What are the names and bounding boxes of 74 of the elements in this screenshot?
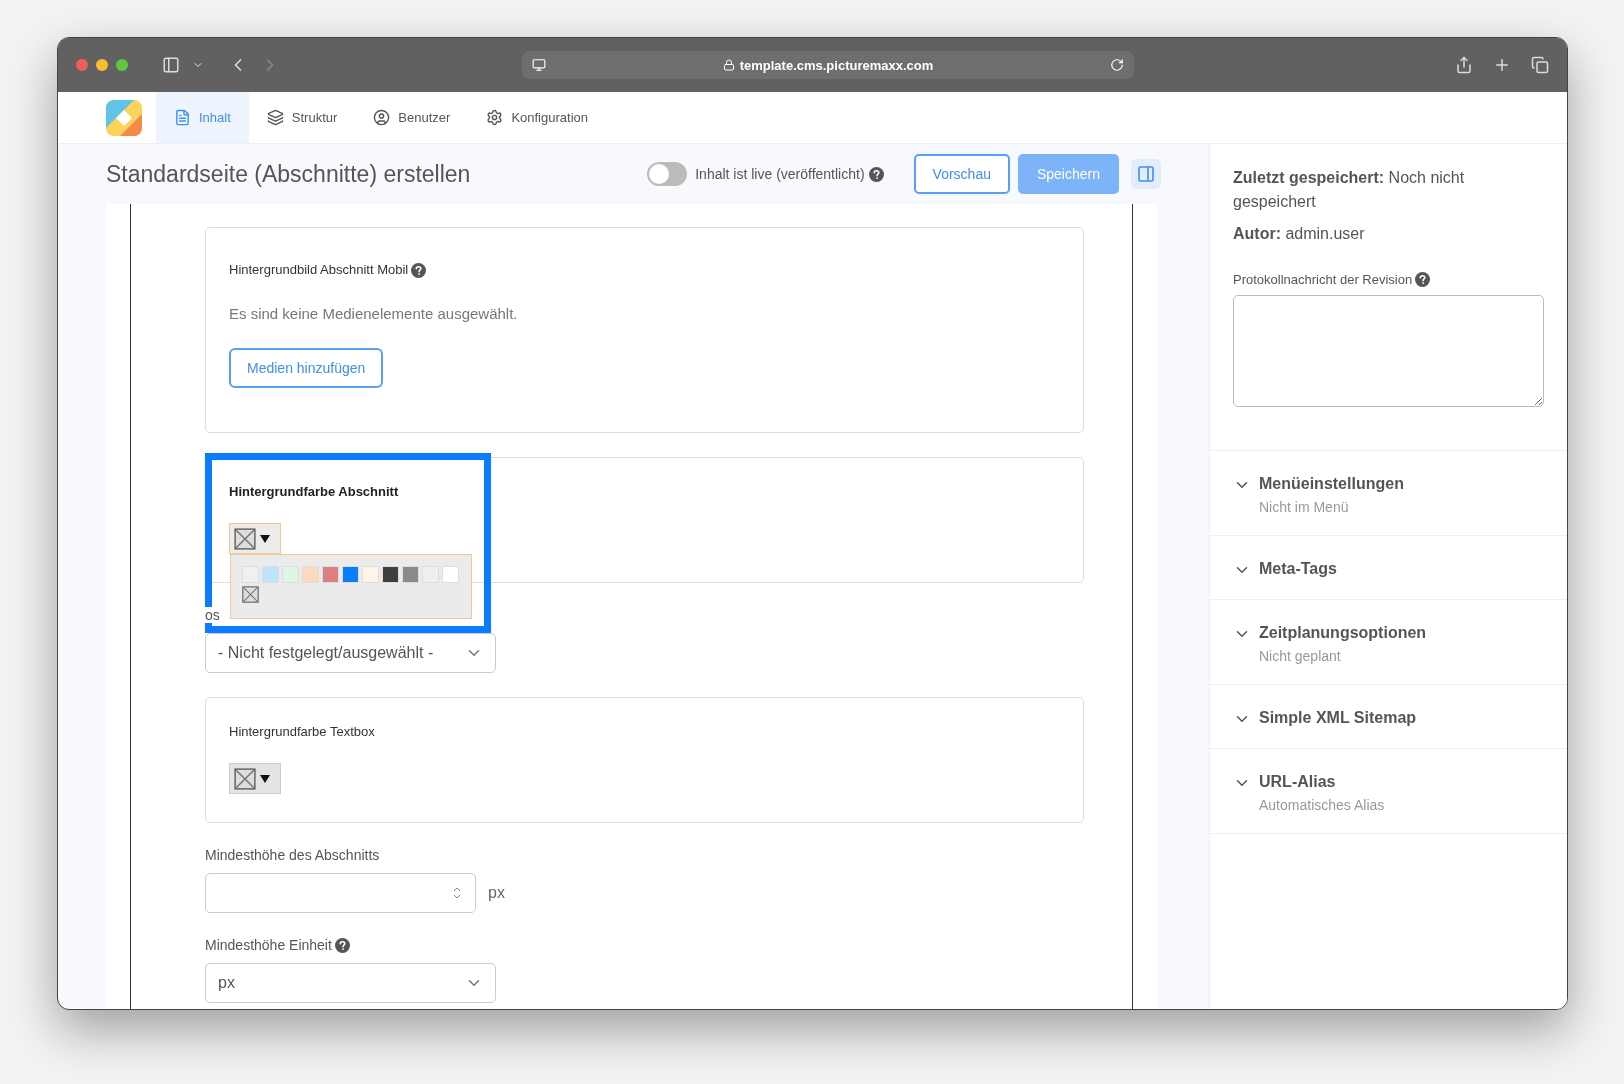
field-label: Protokollnachricht der Revision — [1233, 272, 1413, 287]
logo-icon — [106, 99, 142, 136]
live-toggle[interactable] — [647, 162, 688, 186]
toggle-label: Inhalt ist live (veröffentlicht) — [695, 166, 865, 182]
select-field[interactable]: px — [205, 963, 496, 1003]
section-title: Menüeinstellungen — [1259, 475, 1404, 493]
color-swatch[interactable] — [282, 566, 299, 583]
help-icon[interactable] — [1415, 272, 1431, 287]
tab-icon — [174, 109, 191, 126]
select-field[interactable]: - Nicht festgelegt/ausgewählt - — [205, 633, 496, 673]
section-title: Meta-Tags — [1259, 560, 1337, 578]
dropdown-caret-icon — [260, 774, 270, 783]
color-swatch[interactable] — [382, 566, 399, 583]
meta-text: Autor: admin.user — [1233, 224, 1366, 244]
window-minimize-button[interactable] — [96, 59, 108, 71]
color-swatch[interactable] — [262, 566, 279, 583]
accordion-section[interactable]: Meta-Tags — [1210, 536, 1567, 600]
help-icon[interactable] — [334, 937, 350, 953]
tabs-icon[interactable] — [1531, 56, 1549, 74]
tab-icon — [266, 109, 284, 126]
help-icon[interactable] — [411, 262, 427, 278]
number-field[interactable] — [205, 873, 476, 913]
window-zoom-button[interactable] — [116, 59, 128, 71]
nav-tab[interactable]: Benutzer — [355, 92, 469, 143]
color-picker-button[interactable] — [229, 763, 281, 794]
field-label: Hintergrundfarbe Abschnitt — [229, 484, 399, 500]
revision-field[interactable] — [1233, 295, 1544, 407]
accordion-section[interactable]: Zeitplanungsoptionen Nicht geplant — [1210, 600, 1567, 685]
url-text: template.cms.picturemaxx.com — [739, 57, 934, 73]
field-label: Mindesthöhe des Abschnitts — [205, 847, 380, 863]
plus-icon[interactable] — [1493, 56, 1511, 74]
color-swatch[interactable] — [402, 566, 419, 583]
no-color-icon — [234, 527, 256, 550]
color-swatch[interactable] — [442, 566, 459, 583]
tab-icon — [373, 109, 391, 126]
field-label: Hintergrundbild Abschnitt Mobil — [229, 262, 409, 278]
section-title: URL-Alias — [1259, 773, 1337, 791]
no-color-icon — [234, 767, 256, 790]
window-close-button[interactable] — [76, 59, 88, 71]
unit-label: px — [488, 884, 505, 902]
dropdown-caret-icon — [260, 534, 270, 543]
monitor-icon — [532, 58, 546, 72]
color-swatch[interactable] — [322, 566, 339, 583]
color-swatch[interactable] — [362, 566, 379, 583]
accordion-section[interactable]: Menüeinstellungen Nicht im Menü — [1210, 451, 1567, 536]
section-title: Zeitplanungsoptionen — [1259, 624, 1427, 642]
stepper-icon — [453, 886, 461, 900]
color-swatch[interactable] — [302, 566, 319, 583]
color-swatch[interactable] — [342, 566, 359, 583]
color-picker-button[interactable] — [229, 523, 281, 554]
address-bar[interactable]: template.cms.picturemaxx.com — [522, 51, 1134, 79]
meta-text: Zuletzt gespeichert: Noch nicht gespeichert — [1233, 168, 1466, 212]
reload-icon[interactable] — [1110, 58, 1124, 72]
no-color-icon — [242, 586, 259, 603]
panel-toggle-button[interactable] — [1131, 159, 1161, 189]
nav-tab[interactable]: Konfiguration — [468, 92, 606, 143]
section-title: Simple XML Sitemap — [1259, 709, 1417, 727]
field-label: os — [205, 607, 220, 623]
page-title: Standardseite (Abschnitte) erstellen — [106, 160, 472, 188]
panel-icon — [1138, 166, 1154, 182]
section-summary: Automatisches Alias — [1259, 797, 1385, 813]
field-label: Mindesthöhe Einheit — [205, 937, 332, 953]
field-label: Hintergrundfarbe Textbox — [229, 724, 375, 740]
share-icon[interactable] — [1455, 56, 1473, 74]
sidebar-icon[interactable] — [162, 56, 180, 74]
accordion-section[interactable]: Simple XML Sitemap — [1210, 685, 1567, 749]
help-icon[interactable] — [868, 166, 884, 182]
accordion-section[interactable]: URL-Alias Automatisches Alias — [1210, 749, 1567, 834]
empty-message: Es sind keine Medienelemente ausgewählt. — [229, 304, 519, 324]
nav-tab[interactable]: Struktur — [248, 92, 356, 143]
tab-icon — [486, 109, 504, 126]
lock-icon — [722, 59, 735, 71]
section-summary: Nicht im Menü — [1259, 499, 1350, 515]
section-summary: Nicht geplant — [1259, 648, 1342, 664]
